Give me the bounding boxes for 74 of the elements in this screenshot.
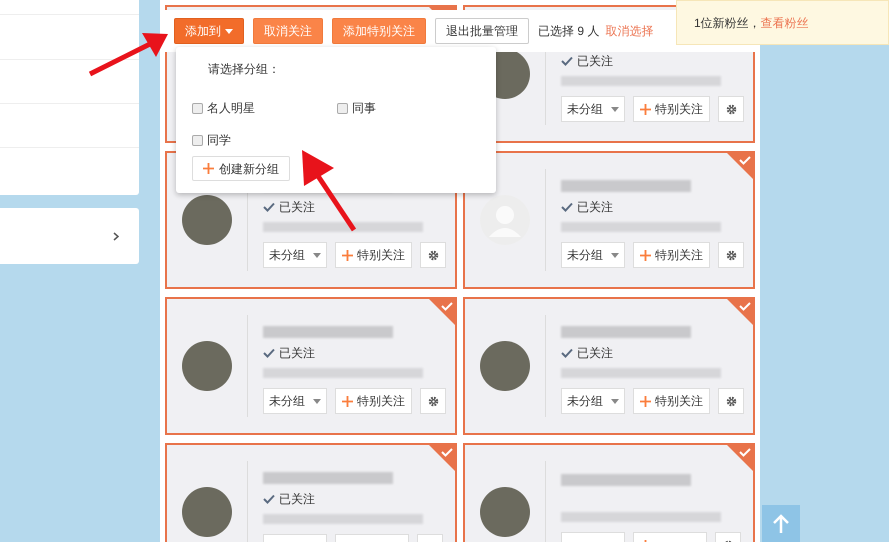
caret-icon (611, 398, 619, 404)
special-follow-button[interactable]: 特别关注 (633, 388, 710, 414)
annotation-arrow-icon (88, 30, 170, 78)
selected-count: 已选择 9 人 (538, 23, 600, 40)
special-follow-button[interactable]: 特别关注 (633, 242, 710, 268)
user-card[interactable]: 已关注 (165, 443, 457, 542)
settings-button[interactable] (420, 388, 446, 414)
followed-status: 已关注 (279, 491, 315, 508)
selected-corner-icon (429, 445, 455, 471)
settings-icon (726, 396, 736, 406)
selected-corner-icon (727, 153, 753, 179)
caret-icon (611, 106, 619, 112)
user-card[interactable]: 已关注 未分组 特别关注 (165, 297, 457, 435)
settings-button[interactable] (718, 242, 744, 268)
special-follow-button[interactable]: 特别关注 (335, 242, 412, 268)
check-icon (561, 56, 573, 66)
group-label: 同学 (207, 132, 231, 149)
group-select[interactable]: 未分组 (263, 388, 327, 414)
caret-icon (225, 28, 233, 34)
group-select[interactable]: 未分组 (561, 388, 625, 414)
followed-status: 已关注 (279, 345, 315, 362)
followed-status: 已关注 (577, 199, 613, 216)
create-group-button[interactable]: 创建新分组 (192, 156, 290, 181)
check-icon (561, 202, 573, 212)
settings-icon (726, 104, 736, 114)
group-label: 同事 (352, 100, 376, 117)
avatar-photo-placeholder[interactable] (182, 195, 232, 245)
dropdown-title: 请选择分组： (207, 61, 281, 78)
default-avatar-icon[interactable] (480, 195, 530, 245)
check-icon (263, 202, 275, 212)
settings-icon (428, 396, 438, 406)
user-card[interactable]: 已关注 未分组 特别关注 (463, 297, 755, 435)
followed-status: 已关注 (279, 199, 315, 216)
settings-button[interactable] (420, 242, 446, 268)
selected-corner-icon (727, 445, 753, 471)
caret-icon (611, 252, 619, 258)
settings-button[interactable] (718, 96, 744, 122)
group-select[interactable]: 未分组 (561, 96, 625, 122)
group-select[interactable]: 未分组 (561, 242, 625, 268)
plus-icon (342, 250, 353, 260)
checkbox[interactable] (192, 134, 203, 146)
caret-icon (313, 398, 321, 404)
caret-icon (313, 252, 321, 258)
toolbar-button[interactable]: 退出批量管理 (435, 18, 529, 44)
special-follow-button[interactable]: 特别关注 (633, 96, 710, 122)
avatar-photo-placeholder[interactable] (182, 487, 232, 537)
settings-icon (428, 250, 438, 260)
plus-icon (342, 396, 353, 406)
checkbox[interactable] (337, 102, 348, 114)
avatar-photo-placeholder[interactable] (480, 487, 530, 537)
selected-corner-icon (727, 299, 753, 325)
checkbox[interactable] (192, 102, 203, 114)
plus-icon (640, 250, 651, 260)
check-icon (561, 348, 573, 358)
user-card[interactable] (463, 443, 755, 542)
followed-status: 已关注 (577, 53, 613, 70)
user-card[interactable]: 已关注 未分组 特别关注 (463, 151, 755, 289)
plus-icon (640, 104, 651, 114)
followed-status: 已关注 (577, 345, 613, 362)
check-icon (263, 348, 275, 358)
arrow-up-icon (772, 514, 790, 534)
special-follow-button[interactable]: 特别关注 (335, 388, 412, 414)
avatar-photo-placeholder[interactable] (182, 341, 232, 391)
plus-icon (203, 163, 214, 174)
check-icon (263, 494, 275, 504)
chevron-right-icon (113, 232, 119, 240)
avatar-photo-placeholder[interactable] (480, 341, 530, 391)
selected-corner-icon (429, 299, 455, 325)
back-to-top-button[interactable] (762, 505, 800, 542)
settings-button[interactable] (718, 388, 744, 414)
group-label: 名人明星 (207, 100, 255, 117)
plus-icon (640, 396, 651, 406)
settings-icon (726, 250, 736, 260)
group-select[interactable]: 未分组 (263, 242, 327, 268)
